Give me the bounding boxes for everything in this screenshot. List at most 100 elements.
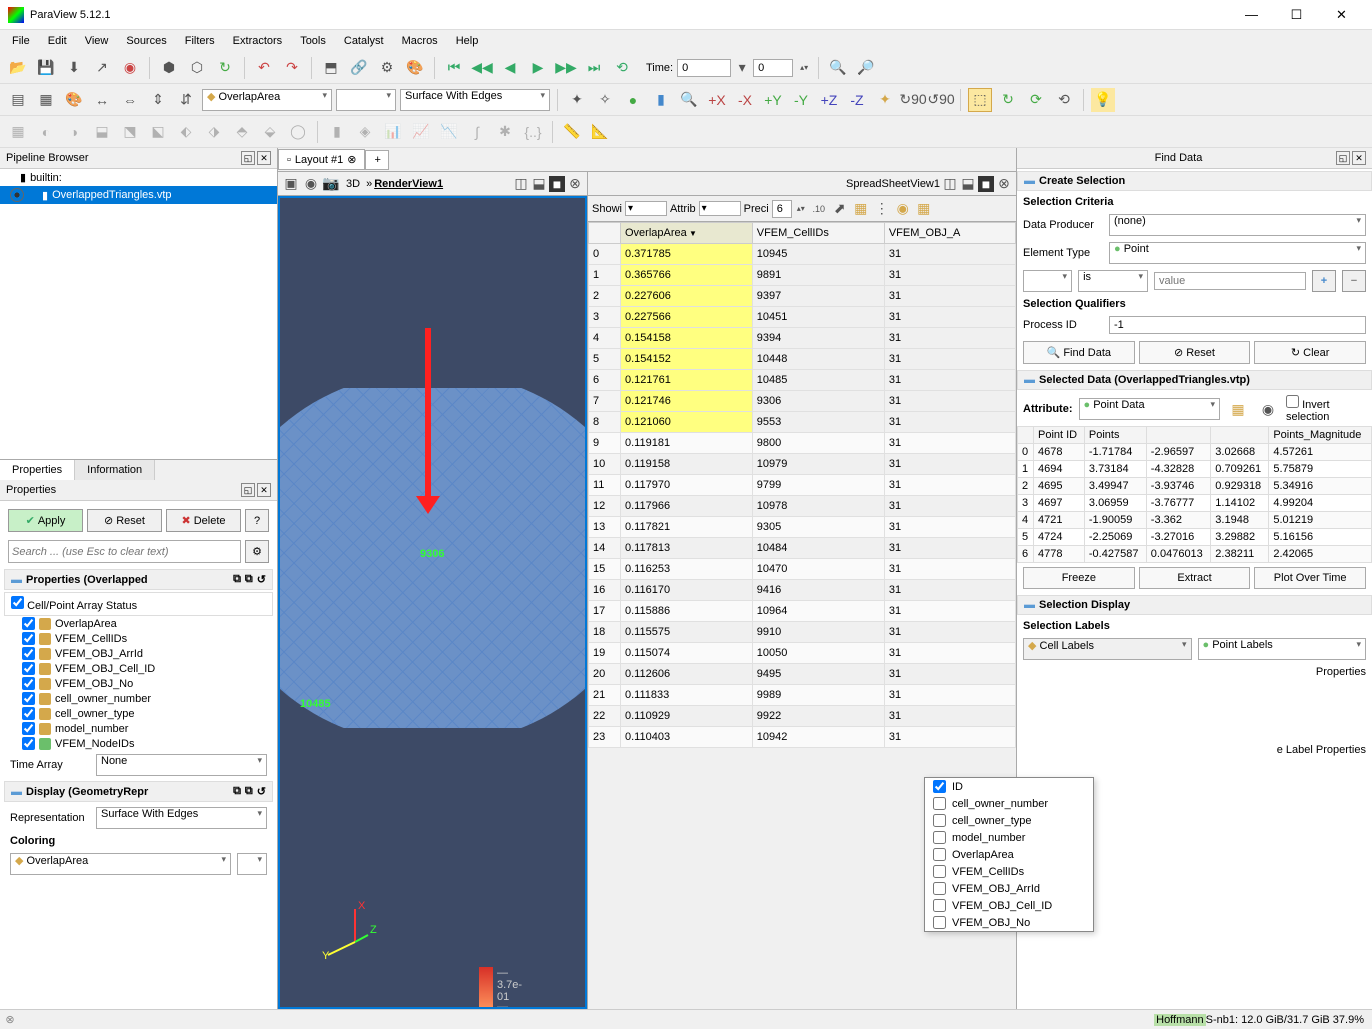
close-tab-icon[interactable]: ⊗ — [347, 153, 356, 166]
array-row[interactable]: VFEM_OBJ_Cell_ID — [4, 661, 273, 676]
copy-icon[interactable]: ⧉ — [233, 573, 241, 586]
paste-icon[interactable]: ⧉ — [245, 573, 253, 586]
open-icon[interactable]: 📂 — [6, 56, 30, 80]
precision-input[interactable] — [772, 200, 792, 218]
isometric-icon[interactable]: ✦ — [873, 88, 897, 112]
point-labels-combo[interactable]: ● Point Labels — [1198, 638, 1367, 660]
minus-y-icon[interactable]: -Y — [789, 88, 813, 112]
preferences-icon[interactable]: ⚙ — [375, 56, 399, 80]
add-criteria-button[interactable]: + — [1312, 270, 1336, 292]
play-icon[interactable]: ▶ — [526, 56, 550, 80]
pipeline-float-icon[interactable]: ◱ — [241, 151, 255, 165]
selected-data-table[interactable]: Point IDPointsPoints_Magnitude 04678-1.7… — [1017, 426, 1372, 563]
array-row[interactable]: VFEM_NodeIDs — [4, 736, 273, 751]
first-frame-icon[interactable]: ⏮ — [442, 56, 466, 80]
apply-all-icon[interactable]: ⟳ — [1024, 88, 1048, 112]
prec-spinner-icon[interactable]: ▴▾ — [795, 197, 807, 221]
plot2-icon[interactable]: 📈 — [409, 120, 433, 144]
close-button[interactable]: ✕ — [1319, 1, 1364, 29]
split-h-icon[interactable]: ◫ — [513, 176, 529, 192]
pipeline-item-overlapped[interactable]: ▮ OverlappedTriangles.vtp — [0, 186, 277, 204]
light-icon[interactable]: 💡 — [1091, 88, 1115, 112]
split-v-icon[interactable]: ⬓ — [531, 176, 547, 192]
process-id-input[interactable] — [1109, 316, 1366, 334]
glyph-icon[interactable]: ⬖ — [174, 120, 198, 144]
save-icon[interactable]: 💾 — [34, 56, 58, 80]
plus-y-icon[interactable]: +Y — [761, 88, 785, 112]
maximize-view-icon[interactable]: ■ — [549, 176, 565, 192]
rescale-visible-icon[interactable]: ⇕ — [146, 88, 170, 112]
menu-file[interactable]: File — [4, 33, 38, 49]
invert-selection-checkbox[interactable]: Invert selection — [1286, 395, 1366, 423]
props-float-icon[interactable]: ◱ — [241, 483, 255, 497]
array-row[interactable]: VFEM_OBJ_No — [4, 676, 273, 691]
reload-icon[interactable]: ↻ — [213, 56, 237, 80]
disconnect-icon[interactable]: ⬡ — [185, 56, 209, 80]
minus-x-icon[interactable]: -X — [733, 88, 757, 112]
element-type-combo[interactable]: ● Point — [1109, 242, 1366, 264]
array-row[interactable]: VFEM_OBJ_ArrId — [4, 646, 273, 661]
group-icon[interactable]: ⬙ — [258, 120, 282, 144]
step-back-icon[interactable]: ◀ — [498, 56, 522, 80]
menu-catalyst[interactable]: Catalyst — [336, 33, 392, 49]
criteria-operator-combo[interactable]: is — [1078, 270, 1148, 292]
edit-color-icon[interactable]: ▤ — [6, 88, 30, 112]
dropdown-item[interactable]: VFEM_OBJ_Cell_ID — [925, 897, 1093, 914]
data-producer-combo[interactable]: (none) — [1109, 214, 1366, 236]
minimize-button[interactable]: — — [1229, 1, 1274, 29]
render-view-icon[interactable]: ▣ — [282, 175, 300, 193]
plot-icon[interactable]: 📊 — [381, 120, 405, 144]
pipeline-icon[interactable]: ⬒ — [319, 56, 343, 80]
cell-connect-icon[interactable]: ◉ — [894, 197, 912, 221]
remove-criteria-button[interactable]: − — [1342, 270, 1366, 292]
menu-help[interactable]: Help — [448, 33, 487, 49]
integrate-icon[interactable]: ∫ — [465, 120, 489, 144]
spreadsheet-table[interactable]: OverlapArea ▼VFEM_CellIDsVFEM_OBJ_A 00.3… — [588, 222, 1016, 748]
attribute-combo[interactable]: ● Point Data — [1079, 398, 1221, 420]
sel-only-icon[interactable]: ▦ — [852, 197, 870, 221]
redo-icon[interactable]: ↷ — [280, 56, 304, 80]
criteria-field-combo[interactable] — [1023, 270, 1072, 292]
close-view-icon[interactable]: ⊗ — [567, 176, 583, 192]
select-cells-icon[interactable]: ✧ — [593, 88, 617, 112]
dropdown-item[interactable]: VFEM_OBJ_ArrId — [925, 880, 1093, 897]
search-input[interactable] — [8, 540, 241, 563]
dropdown-item[interactable]: cell_owner_number — [925, 795, 1093, 812]
tube-icon[interactable]: ◯ — [286, 120, 310, 144]
dropdown-item[interactable]: ID — [925, 778, 1093, 795]
orientation-axes[interactable]: X Y Z — [320, 897, 390, 967]
sheet-max-icon[interactable]: ■ — [978, 176, 994, 192]
display-paste-icon[interactable]: ⧉ — [245, 785, 253, 798]
select-polygon-icon[interactable]: ▮ — [649, 88, 673, 112]
extract-button[interactable]: Extract — [1139, 567, 1251, 589]
visibility-eye-icon[interactable] — [10, 188, 24, 202]
criteria-value-input[interactable] — [1154, 272, 1306, 290]
menu-extractors[interactable]: Extractors — [225, 33, 291, 49]
find-clear-button[interactable]: ↻Clear — [1254, 341, 1366, 364]
coloring-component-combo[interactable] — [237, 853, 267, 875]
camera-icon[interactable]: 📷 — [322, 175, 340, 193]
palette-icon[interactable]: 🎨 — [403, 56, 427, 80]
dropdown-item[interactable]: cell_owner_type — [925, 812, 1093, 829]
display-section-header[interactable]: ▬Display (GeometryRepr ⧉ ⧉ ↺ — [4, 781, 273, 802]
select-frustum-icon[interactable]: ● — [621, 88, 645, 112]
col-select-icon[interactable]: ▦ — [1226, 397, 1250, 421]
add-layout-button[interactable]: + — [365, 150, 389, 170]
array-row[interactable]: VFEM_CellIDs — [4, 631, 273, 646]
plot3-icon[interactable]: 📉 — [437, 120, 461, 144]
sheet-close-icon[interactable]: ⊗ — [996, 176, 1012, 192]
status-close-icon[interactable]: ⊗ — [0, 1013, 20, 1026]
dropdown-item[interactable]: VFEM_CellIDs — [925, 863, 1093, 880]
reset-button[interactable]: ⊘Reset — [87, 509, 162, 532]
tab-properties[interactable]: Properties — [0, 460, 75, 480]
slice-icon[interactable]: ⬓ — [90, 120, 114, 144]
tab-information[interactable]: Information — [75, 460, 155, 480]
dropdown-item[interactable]: model_number — [925, 829, 1093, 846]
find-close-icon[interactable]: ✕ — [1352, 151, 1366, 165]
link-icon[interactable]: 🔗 — [347, 56, 371, 80]
array-row[interactable]: OverlapArea — [4, 616, 273, 631]
array-row[interactable]: cell_owner_type — [4, 706, 273, 721]
layout-tab-1[interactable]: ▫Layout #1⊗ — [278, 149, 365, 170]
representation-value-combo[interactable]: Surface With Edges — [96, 807, 267, 829]
representation-combo[interactable]: Surface With Edges — [400, 89, 550, 111]
